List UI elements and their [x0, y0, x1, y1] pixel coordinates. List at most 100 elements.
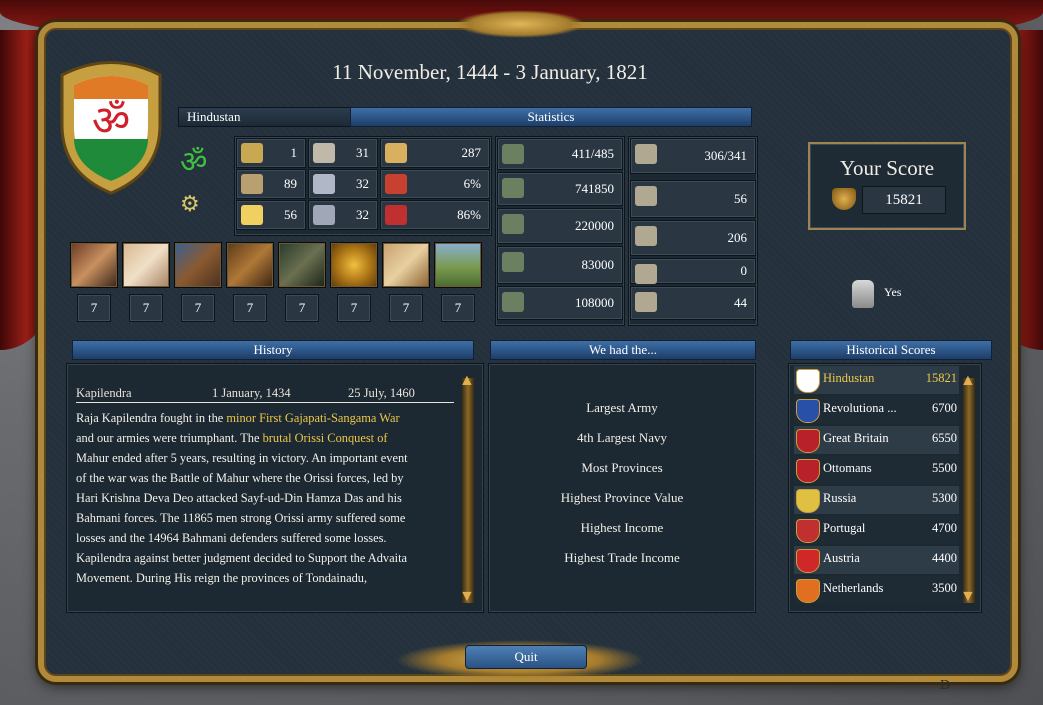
historical-score-row[interactable]: Hindustan 15821 [794, 366, 959, 394]
historical-score-row[interactable]: Austria 4400 [794, 546, 959, 574]
country-flag-icon [796, 369, 820, 393]
historical-score-row[interactable]: Ottomans 5500 [794, 456, 959, 484]
frame-ornament-top [455, 10, 585, 38]
light-ship-icon [635, 264, 657, 284]
historical-score-row[interactable]: Great Britain 6550 [794, 426, 959, 454]
stat-value: 1 [290, 145, 298, 160]
country-flag-icon [796, 549, 820, 573]
ship-icon [635, 186, 657, 206]
history-highlight-link[interactable]: brutal Orissi Conquest of [263, 431, 388, 445]
historical-score-row[interactable]: Revolutiona ... 6700 [794, 396, 959, 424]
score-country-name: Portugal [823, 521, 866, 535]
achievements-banner: We had the... [490, 340, 756, 360]
gauntlet-icon [852, 280, 874, 308]
scroll-down-arrow-icon[interactable]: ▼ [459, 588, 475, 606]
infantry-icon [502, 214, 524, 234]
history-line: Movement. During His reign the provinces… [76, 568, 458, 588]
medal-icon [241, 174, 263, 194]
ruler-name: Kapilendra [76, 386, 132, 400]
stat-cell: 86% [380, 200, 490, 230]
military-stat: 83000 [497, 246, 623, 284]
score-value: 4700 [932, 521, 957, 535]
score-country-name: Austria [823, 551, 860, 565]
score-value: 4400 [932, 551, 957, 565]
score-value: 15821 [925, 371, 957, 385]
stat-value: 6% [463, 176, 481, 191]
portrait-image[interactable] [70, 242, 118, 288]
score-country-name: Great Britain [823, 431, 889, 445]
stat-cell: 32 [308, 169, 378, 199]
cavalry-icon [502, 252, 524, 272]
stat-value: 56 [284, 207, 297, 222]
map-label: D [940, 678, 951, 693]
stat-value: 32 [356, 176, 369, 191]
farmland-image[interactable] [434, 242, 482, 288]
score-country-name: Ottomans [823, 461, 872, 475]
history-line-text: Mahur ended after 5 years, resulting in … [76, 451, 408, 465]
military-stat: 741850 [497, 172, 623, 206]
score-value: 6550 [932, 431, 957, 445]
stat-value: 32 [356, 207, 369, 222]
country-flag-icon [796, 459, 820, 483]
history-line: losses and the 14964 Bahmani defenders s… [76, 528, 458, 548]
country-flag-icon [796, 399, 820, 423]
stat-value: 108000 [575, 295, 614, 310]
category-level: 7 [337, 294, 371, 322]
galley-icon [635, 292, 657, 312]
scales-icon [241, 143, 263, 163]
naval-stat: 306/341 [630, 138, 756, 174]
heavy-ship-icon [635, 226, 657, 246]
score-value: 5500 [932, 461, 957, 475]
date-range-title: 11 November, 1444 - 3 January, 1821 [332, 60, 648, 84]
history-line: Bahmani forces. The 11865 men strong Ori… [76, 508, 458, 528]
provinces-icon [502, 144, 524, 164]
stat-value: 741850 [575, 181, 614, 196]
naval-stat: 206 [630, 220, 756, 256]
historical-score-row[interactable]: Netherlands 3500 [794, 576, 959, 604]
category-level: 7 [389, 294, 423, 322]
writing-image[interactable] [382, 242, 430, 288]
history-line-text: Movement. During His reign the provinces… [76, 571, 368, 585]
diplomacy-icon [313, 174, 335, 194]
historical-score-row[interactable]: Russia 5300 [794, 486, 959, 514]
scroll-up-arrow-icon[interactable]: ▲ [459, 372, 475, 390]
stat-cell: 32 [308, 200, 378, 230]
category-level: 7 [441, 294, 475, 322]
stat-cell: 6% [380, 169, 490, 199]
history-highlight-link[interactable]: minor First Gajapati-Sangama War [226, 411, 399, 425]
religion-icon: ॐ [180, 145, 208, 180]
soldiers-image[interactable] [278, 242, 326, 288]
stat-value: 411/485 [571, 146, 614, 161]
ironman-yes-label: Yes [884, 285, 902, 299]
scores-scroll-down-icon[interactable]: ▼ [960, 588, 976, 606]
history-scrollbar[interactable] [462, 378, 474, 603]
historical-score-row[interactable]: Portugal 4700 [794, 516, 959, 544]
ports-icon [635, 144, 657, 164]
military-icon [313, 205, 335, 225]
stat-value: 31 [356, 145, 369, 160]
ruler-end-date: 25 July, 1460 [348, 386, 415, 400]
praying-hands-image[interactable] [122, 242, 170, 288]
building-image[interactable] [174, 242, 222, 288]
score-shield-icon [832, 188, 856, 210]
history-line-text: Raja Kapilendra fought in the [76, 411, 227, 425]
scores-scrollbar[interactable] [963, 378, 975, 603]
score-value: 6700 [932, 401, 957, 415]
military-stat: 108000 [497, 286, 623, 320]
technology-gear-icon[interactable]: ⚙ [180, 192, 200, 217]
achievement-item: Largest Army [586, 400, 658, 415]
history-line-text: losses and the 14964 Bahmani defenders s… [76, 531, 387, 545]
workshop-image[interactable] [226, 242, 274, 288]
quit-button[interactable]: Quit [465, 645, 587, 669]
scores-scroll-up-icon[interactable]: ▲ [960, 372, 976, 390]
history-text: Raja Kapilendra fought in the minor Firs… [76, 408, 458, 588]
category-level: 7 [233, 294, 267, 322]
historical-scores-banner: Historical Scores [790, 340, 992, 360]
country-name-banner: Hindustan [178, 107, 353, 127]
history-line-text: Kapilendra against better judgment decid… [76, 551, 408, 565]
stat-value: 89 [284, 176, 297, 191]
gold-coins-image[interactable] [330, 242, 378, 288]
stat-cell: 31 [308, 138, 378, 168]
svg-text:ॐ: ॐ [92, 96, 130, 145]
score-country-name: Hindustan [823, 371, 875, 385]
